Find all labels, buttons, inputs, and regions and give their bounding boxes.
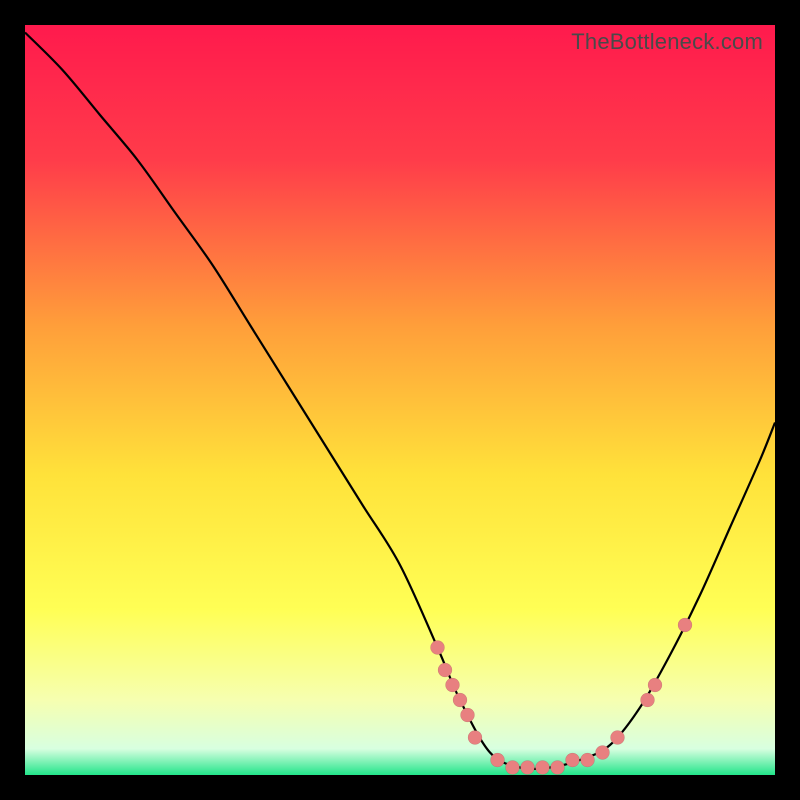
data-marker — [461, 708, 475, 722]
data-marker — [566, 753, 580, 767]
data-marker — [446, 678, 460, 692]
data-marker — [506, 761, 520, 775]
data-marker — [581, 753, 595, 767]
data-marker — [596, 746, 610, 760]
data-marker — [536, 761, 550, 775]
data-marker — [551, 761, 565, 775]
data-marker — [438, 663, 452, 677]
data-marker — [678, 618, 692, 632]
data-marker — [641, 693, 655, 707]
data-markers — [431, 618, 693, 775]
data-marker — [521, 761, 535, 775]
bottleneck-chart — [25, 25, 775, 775]
bottleneck-curve — [25, 33, 775, 769]
data-marker — [611, 731, 625, 745]
data-marker — [491, 753, 505, 767]
data-marker — [453, 693, 467, 707]
data-marker — [431, 641, 445, 655]
data-marker — [648, 678, 662, 692]
data-marker — [468, 731, 482, 745]
chart-frame: TheBottleneck.com — [25, 25, 775, 775]
